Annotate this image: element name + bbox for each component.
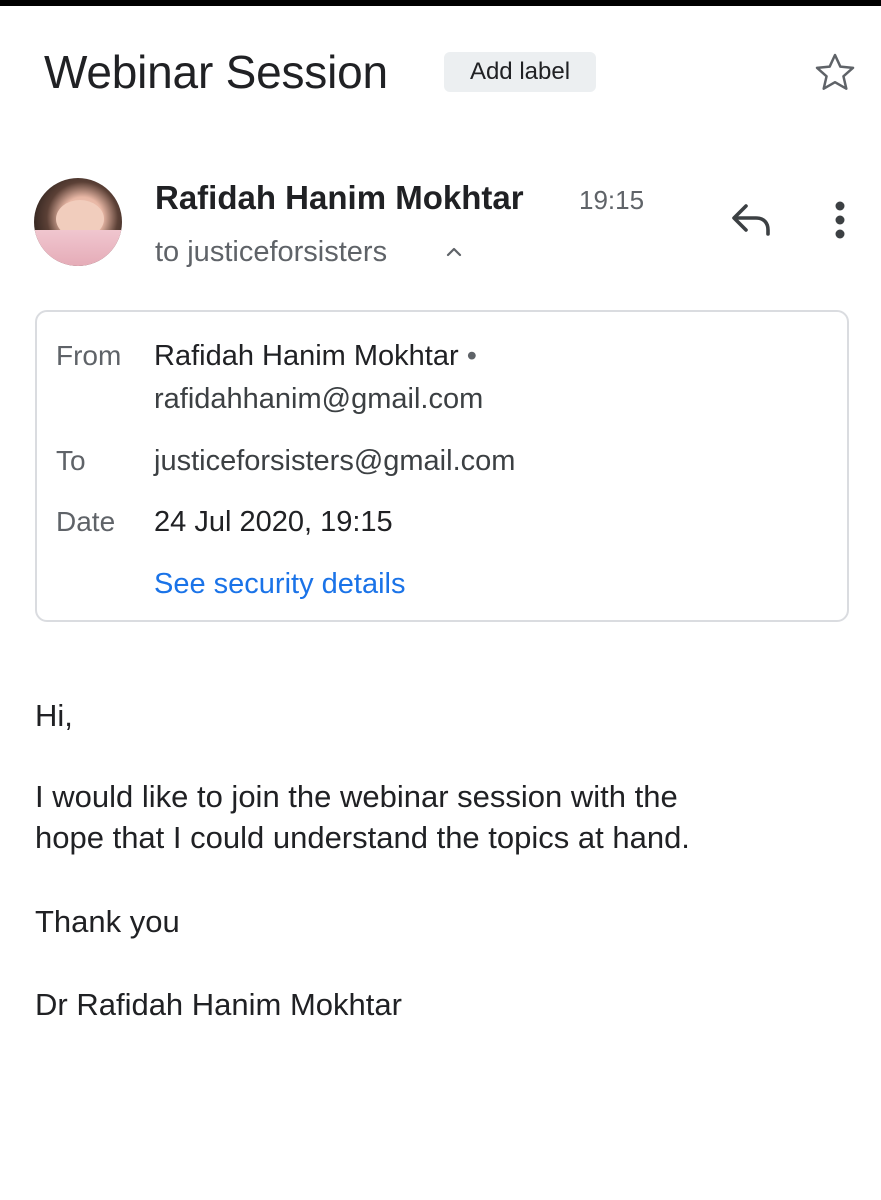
message-time: 19:15 bbox=[579, 185, 645, 215]
from-label: From bbox=[56, 340, 122, 371]
sender-name: Rafidah Hanim Mokhtar bbox=[155, 179, 524, 216]
date-value: 24 Jul 2020, 19:15 bbox=[154, 506, 393, 538]
star-icon[interactable] bbox=[812, 50, 858, 96]
body-signature: Dr Rafidah Hanim Mokhtar bbox=[35, 987, 402, 1022]
reply-icon[interactable] bbox=[726, 196, 778, 242]
email-subject: Webinar Session bbox=[44, 46, 388, 98]
body-greeting: Hi, bbox=[35, 698, 73, 733]
body-line-2: hope that I could understand the topics … bbox=[35, 820, 690, 855]
body-line-1: I would like to join the webinar session… bbox=[35, 779, 678, 814]
chevron-up-icon[interactable] bbox=[442, 240, 466, 264]
body-closing: Thank you bbox=[35, 904, 180, 939]
to-email[interactable]: justiceforsisters@gmail.com bbox=[154, 443, 515, 479]
date-label: Date bbox=[56, 506, 116, 537]
sender-avatar[interactable] bbox=[34, 178, 122, 266]
from-email[interactable]: rafidahhanim@gmail.com bbox=[154, 381, 483, 417]
top-status-bar bbox=[0, 0, 881, 6]
add-label-button[interactable]: Add label bbox=[444, 52, 596, 92]
recipient-summary[interactable]: to justiceforsisters bbox=[155, 234, 387, 270]
from-separator: • bbox=[466, 340, 477, 372]
more-vert-icon[interactable] bbox=[820, 194, 860, 246]
from-name-text: Rafidah Hanim Mokhtar bbox=[154, 340, 459, 372]
to-label: To bbox=[56, 445, 86, 476]
avatar-blanket bbox=[34, 230, 122, 266]
from-name: Rafidah Hanim Mokhtar • bbox=[154, 338, 477, 374]
security-details-link[interactable]: See security details bbox=[154, 566, 405, 602]
